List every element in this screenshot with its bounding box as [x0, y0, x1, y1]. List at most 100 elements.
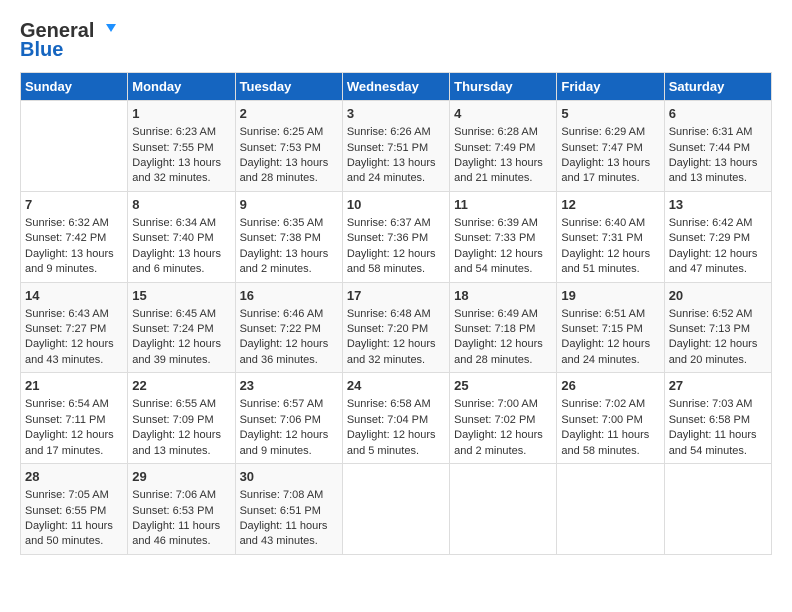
calendar-cell: 30Sunrise: 7:08 AMSunset: 6:51 PMDayligh…	[235, 464, 342, 555]
day-info-line: Sunrise: 6:43 AM	[25, 307, 123, 322]
day-info-line: Sunrise: 6:46 AM	[240, 307, 338, 322]
day-info-line: and 9 minutes.	[240, 444, 338, 459]
calendar-cell: 23Sunrise: 6:57 AMSunset: 7:06 PMDayligh…	[235, 373, 342, 464]
day-info-line: Sunset: 7:47 PM	[561, 141, 659, 156]
day-info-line: Sunrise: 6:28 AM	[454, 125, 552, 140]
day-number: 18	[454, 287, 552, 305]
day-info-line: Sunrise: 6:25 AM	[240, 125, 338, 140]
calendar-week-row: 7Sunrise: 6:32 AMSunset: 7:42 PMDaylight…	[21, 191, 772, 282]
day-number: 9	[240, 196, 338, 214]
calendar-cell	[450, 464, 557, 555]
day-number: 11	[454, 196, 552, 214]
calendar-cell: 1Sunrise: 6:23 AMSunset: 7:55 PMDaylight…	[128, 101, 235, 192]
day-info-line: Daylight: 12 hours	[25, 428, 123, 443]
day-info-line: Daylight: 12 hours	[347, 337, 445, 352]
day-info-line: Daylight: 12 hours	[669, 337, 767, 352]
day-info-line: Daylight: 12 hours	[25, 337, 123, 352]
weekday-header-cell: Saturday	[664, 73, 771, 101]
day-info-line: Sunset: 6:53 PM	[132, 504, 230, 519]
day-number: 16	[240, 287, 338, 305]
day-info-line: Sunrise: 6:32 AM	[25, 216, 123, 231]
day-info-line: Sunset: 7:18 PM	[454, 322, 552, 337]
day-info-line: and 9 minutes.	[25, 262, 123, 277]
day-info-line: Sunrise: 6:48 AM	[347, 307, 445, 322]
day-info-line: Sunset: 6:55 PM	[25, 504, 123, 519]
day-info-line: and 6 minutes.	[132, 262, 230, 277]
day-info-line: Sunset: 7:51 PM	[347, 141, 445, 156]
day-info-line: Sunset: 7:36 PM	[347, 231, 445, 246]
day-info-line: and 54 minutes.	[454, 262, 552, 277]
day-info-line: Sunrise: 6:31 AM	[669, 125, 767, 140]
day-number: 27	[669, 377, 767, 395]
day-info-line: Sunset: 7:24 PM	[132, 322, 230, 337]
calendar-cell: 11Sunrise: 6:39 AMSunset: 7:33 PMDayligh…	[450, 191, 557, 282]
day-info-line: Daylight: 12 hours	[132, 337, 230, 352]
day-info-line: and 28 minutes.	[240, 171, 338, 186]
day-info-line: Sunset: 6:51 PM	[240, 504, 338, 519]
day-info-line: Sunset: 7:11 PM	[25, 413, 123, 428]
weekday-header-cell: Friday	[557, 73, 664, 101]
day-info-line: Sunset: 7:00 PM	[561, 413, 659, 428]
calendar-cell: 19Sunrise: 6:51 AMSunset: 7:15 PMDayligh…	[557, 282, 664, 373]
calendar-cell	[21, 101, 128, 192]
day-info-line: and 58 minutes.	[561, 444, 659, 459]
calendar-week-row: 28Sunrise: 7:05 AMSunset: 6:55 PMDayligh…	[21, 464, 772, 555]
day-info-line: Sunrise: 6:37 AM	[347, 216, 445, 231]
day-info-line: Sunset: 7:20 PM	[347, 322, 445, 337]
day-number: 2	[240, 105, 338, 123]
day-info-line: Daylight: 13 hours	[240, 156, 338, 171]
day-info-line: and 32 minutes.	[132, 171, 230, 186]
day-info-line: Sunrise: 7:02 AM	[561, 397, 659, 412]
day-info-line: Daylight: 13 hours	[347, 156, 445, 171]
day-info-line: Sunset: 7:31 PM	[561, 231, 659, 246]
day-number: 17	[347, 287, 445, 305]
logo-text-block: General Blue	[20, 20, 116, 62]
day-info-line: Daylight: 12 hours	[561, 337, 659, 352]
weekday-header-cell: Thursday	[450, 73, 557, 101]
day-info-line: and 24 minutes.	[347, 171, 445, 186]
day-info-line: Daylight: 13 hours	[25, 247, 123, 262]
day-info-line: and 43 minutes.	[25, 353, 123, 368]
day-info-line: Sunrise: 6:35 AM	[240, 216, 338, 231]
day-info-line: Sunset: 7:42 PM	[25, 231, 123, 246]
day-info-line: and 47 minutes.	[669, 262, 767, 277]
day-info-line: and 58 minutes.	[347, 262, 445, 277]
calendar-cell: 2Sunrise: 6:25 AMSunset: 7:53 PMDaylight…	[235, 101, 342, 192]
day-info-line: Sunrise: 6:40 AM	[561, 216, 659, 231]
day-info-line: Sunset: 7:04 PM	[347, 413, 445, 428]
day-info-line: Sunset: 7:44 PM	[669, 141, 767, 156]
day-number: 6	[669, 105, 767, 123]
day-info-line: Sunrise: 7:00 AM	[454, 397, 552, 412]
calendar-cell: 3Sunrise: 6:26 AMSunset: 7:51 PMDaylight…	[342, 101, 449, 192]
day-number: 14	[25, 287, 123, 305]
day-info-line: Sunrise: 7:08 AM	[240, 488, 338, 503]
calendar-cell: 20Sunrise: 6:52 AMSunset: 7:13 PMDayligh…	[664, 282, 771, 373]
weekday-header-cell: Monday	[128, 73, 235, 101]
day-number: 8	[132, 196, 230, 214]
day-info-line: Sunrise: 6:29 AM	[561, 125, 659, 140]
calendar-cell	[342, 464, 449, 555]
calendar-week-row: 21Sunrise: 6:54 AMSunset: 7:11 PMDayligh…	[21, 373, 772, 464]
day-info-line: Sunset: 6:58 PM	[669, 413, 767, 428]
day-number: 20	[669, 287, 767, 305]
day-info-line: Daylight: 11 hours	[561, 428, 659, 443]
calendar-cell: 18Sunrise: 6:49 AMSunset: 7:18 PMDayligh…	[450, 282, 557, 373]
calendar-week-row: 1Sunrise: 6:23 AMSunset: 7:55 PMDaylight…	[21, 101, 772, 192]
day-number: 26	[561, 377, 659, 395]
day-info-line: Sunrise: 6:54 AM	[25, 397, 123, 412]
day-number: 4	[454, 105, 552, 123]
day-info-line: Sunrise: 7:06 AM	[132, 488, 230, 503]
logo-bird-icon	[96, 22, 116, 42]
day-info-line: Sunrise: 7:05 AM	[25, 488, 123, 503]
day-info-line: Sunset: 7:29 PM	[669, 231, 767, 246]
day-number: 29	[132, 468, 230, 486]
day-number: 21	[25, 377, 123, 395]
header: General Blue	[20, 20, 772, 62]
day-number: 7	[25, 196, 123, 214]
day-info-line: Daylight: 12 hours	[669, 247, 767, 262]
day-info-line: and 20 minutes.	[669, 353, 767, 368]
day-info-line: Sunset: 7:13 PM	[669, 322, 767, 337]
day-info-line: Daylight: 12 hours	[132, 428, 230, 443]
calendar-cell: 9Sunrise: 6:35 AMSunset: 7:38 PMDaylight…	[235, 191, 342, 282]
day-info-line: Daylight: 11 hours	[240, 519, 338, 534]
